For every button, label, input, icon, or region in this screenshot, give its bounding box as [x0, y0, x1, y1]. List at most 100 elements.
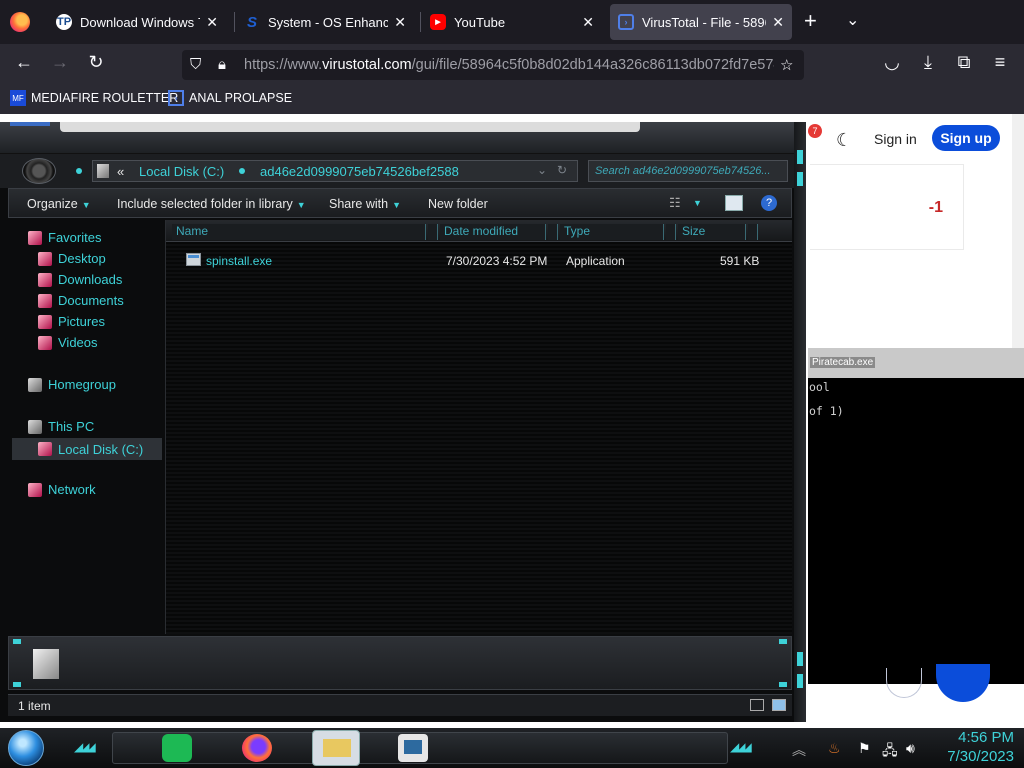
breadcrumb-folder[interactable]: ad46e2d0999075eb74526bef2588: [260, 164, 459, 179]
vt-score-card: -1: [810, 164, 964, 250]
nav-pictures[interactable]: Pictures: [38, 314, 105, 329]
help-icon[interactable]: ?: [761, 195, 777, 211]
start-button-icon[interactable]: [8, 730, 44, 766]
refresh-icon[interactable]: ↻: [557, 163, 567, 177]
file-list[interactable]: Name Date modified Type Size spinstall.e…: [166, 220, 792, 634]
notification-badge[interactable]: 7: [808, 124, 822, 138]
tab-label: System - OS Enhanceme: [268, 14, 389, 30]
nav-network[interactable]: Network: [28, 482, 96, 497]
frame-accent: [779, 639, 787, 644]
firefox-logo-icon[interactable]: [10, 12, 30, 32]
tab-download-windows[interactable]: TP Download Windows 7 IS ✕: [48, 4, 226, 40]
large-icons-view-icon[interactable]: [772, 699, 786, 711]
tab-virustotal[interactable]: › VirusTotal - File - 58964c ✕: [610, 4, 792, 40]
bookmark-mediafire[interactable]: MF MEDIAFIRE ROULETTER: [10, 90, 178, 106]
action-center-flag-icon[interactable]: ⚑: [858, 740, 871, 757]
pocket-icon[interactable]: ◡: [880, 52, 904, 73]
details-pane: [8, 636, 792, 690]
download-icon[interactable]: ⤓: [916, 52, 940, 73]
search-placeholder: Search ad46e2d0999075eb74526...: [595, 165, 771, 177]
nav-documents[interactable]: Documents: [38, 293, 124, 308]
column-type[interactable]: Type: [560, 224, 664, 240]
file-row[interactable]: spinstall.exe 7/30/2023 4:52 PM Applicat…: [166, 250, 792, 272]
shield-icon[interactable]: ⛉: [190, 56, 201, 73]
clock-time: 4:56 PM: [958, 729, 1014, 746]
close-tab-icon[interactable]: ✕: [772, 14, 784, 31]
column-name[interactable]: Name: [172, 224, 426, 240]
details-view-icon[interactable]: [750, 699, 764, 711]
nav-label: Desktop: [58, 251, 106, 266]
include-in-library-button[interactable]: Include selected folder in library ▼: [117, 197, 306, 211]
close-tab-icon[interactable]: ✕: [582, 14, 594, 31]
recent-pages-dot-icon[interactable]: [76, 168, 82, 174]
column-separator[interactable]: [548, 224, 558, 240]
network-icon[interactable]: 🖧︎: [882, 740, 898, 764]
extensions-icon[interactable]: ⧉: [952, 52, 976, 73]
column-separator[interactable]: [666, 224, 676, 240]
preview-pane-icon[interactable]: [725, 195, 743, 211]
forward-arrow-icon[interactable]: →: [48, 52, 72, 73]
java-update-icon[interactable]: ♨: [828, 740, 841, 757]
nav-desktop[interactable]: Desktop: [38, 251, 106, 266]
url-text[interactable]: https://www.virustotal.com/gui/file/5896…: [244, 57, 774, 73]
column-date-modified[interactable]: Date modified: [440, 224, 546, 240]
search-input[interactable]: Search ad46e2d0999075eb74526...: [588, 160, 788, 182]
column-headers: Name Date modified Type Size: [166, 220, 792, 242]
breadcrumb-overflow[interactable]: «: [117, 164, 124, 179]
this-pc-icon: [28, 419, 42, 434]
show-hidden-icons[interactable]: ︽: [792, 740, 806, 760]
frame-accent: [13, 639, 21, 644]
file-name[interactable]: spinstall.exe: [206, 254, 272, 268]
new-tab-button[interactable]: +: [804, 10, 817, 32]
window-frame-edge: [794, 122, 806, 722]
organize-button[interactable]: Organize ▼: [27, 197, 91, 211]
close-tab-icon[interactable]: ✕: [206, 14, 218, 31]
nav-favorites[interactable]: Favorites: [28, 230, 101, 245]
url-bar[interactable]: ⛉ 🔒︎ https://www.virustotal.com/gui/file…: [182, 50, 804, 80]
column-separator[interactable]: [428, 224, 438, 240]
file-explorer-icon[interactable]: [312, 730, 360, 766]
nav-homegroup[interactable]: Homegroup: [28, 377, 116, 392]
bookmark-anal-prolapse[interactable]: › ANAL PROLAPSE: [168, 90, 292, 106]
tab-label: Download Windows 7 IS: [80, 14, 200, 30]
system-clock[interactable]: 4:56 PM 7/30/2023: [930, 728, 1014, 766]
nav-downloads[interactable]: Downloads: [38, 272, 122, 287]
column-size[interactable]: Size: [678, 224, 746, 240]
new-folder-button[interactable]: New folder: [428, 197, 488, 211]
back-arrow-icon[interactable]: ←: [12, 52, 36, 73]
spotify-icon[interactable]: [162, 734, 192, 762]
favorites-star-icon: [28, 230, 42, 245]
tab-youtube[interactable]: ▶ YouTube ✕: [422, 4, 602, 40]
dark-mode-moon-icon[interactable]: ☾: [836, 130, 852, 151]
share-with-button[interactable]: Share with ▼: [329, 197, 401, 211]
nav-this-pc[interactable]: This PC: [28, 419, 94, 434]
sign-in-link[interactable]: Sign in: [874, 131, 917, 147]
console-title-bar[interactable]: Piratecab.exe: [808, 348, 1024, 378]
address-dropdown-chevron-icon[interactable]: ⌄: [537, 163, 547, 177]
vt-circle-button[interactable]: [936, 664, 990, 702]
tab-system-os[interactable]: S System - OS Enhanceme ✕: [236, 4, 414, 40]
column-separator[interactable]: [748, 224, 758, 240]
menu-hamburger-icon[interactable]: ≡: [988, 52, 1012, 73]
sign-up-button[interactable]: Sign up: [932, 125, 1000, 151]
bookmark-star-icon[interactable]: ☆: [780, 56, 793, 74]
change-view-icon[interactable]: ☷: [669, 195, 687, 211]
breadcrumb-local-disk[interactable]: Local Disk (C:): [139, 164, 224, 179]
item-count: 1 item: [18, 699, 51, 713]
nav-videos[interactable]: Videos: [38, 335, 98, 350]
nav-local-disk[interactable]: Local Disk (C:): [12, 438, 162, 460]
breadcrumb-separator-icon[interactable]: [239, 168, 245, 174]
tab-label: VirusTotal - File - 58964c: [642, 14, 766, 30]
lock-icon[interactable]: 🔒︎: [218, 56, 226, 73]
explorer-title-frame[interactable]: [0, 122, 806, 154]
firefox-icon[interactable]: [242, 734, 272, 762]
view-options-caret-icon[interactable]: ▼: [693, 198, 711, 214]
back-forward-orb-icon[interactable]: [22, 158, 56, 184]
volume-icon[interactable]: 🔊︎: [906, 740, 915, 757]
close-tab-icon[interactable]: ✕: [394, 14, 406, 31]
breadcrumb[interactable]: « Local Disk (C:) ad46e2d0999075eb74526b…: [92, 160, 578, 182]
reload-icon[interactable]: ↻: [84, 52, 108, 73]
notes-app-icon[interactable]: [398, 734, 428, 762]
list-all-tabs-chevron-icon[interactable]: ⌄: [846, 10, 859, 30]
taskbar: ◢◢◢ ◢◢◢ ︽ ♨ ⚑ 🖧︎ 🔊︎ 4:56 PM 7/30/2023: [0, 728, 1024, 768]
